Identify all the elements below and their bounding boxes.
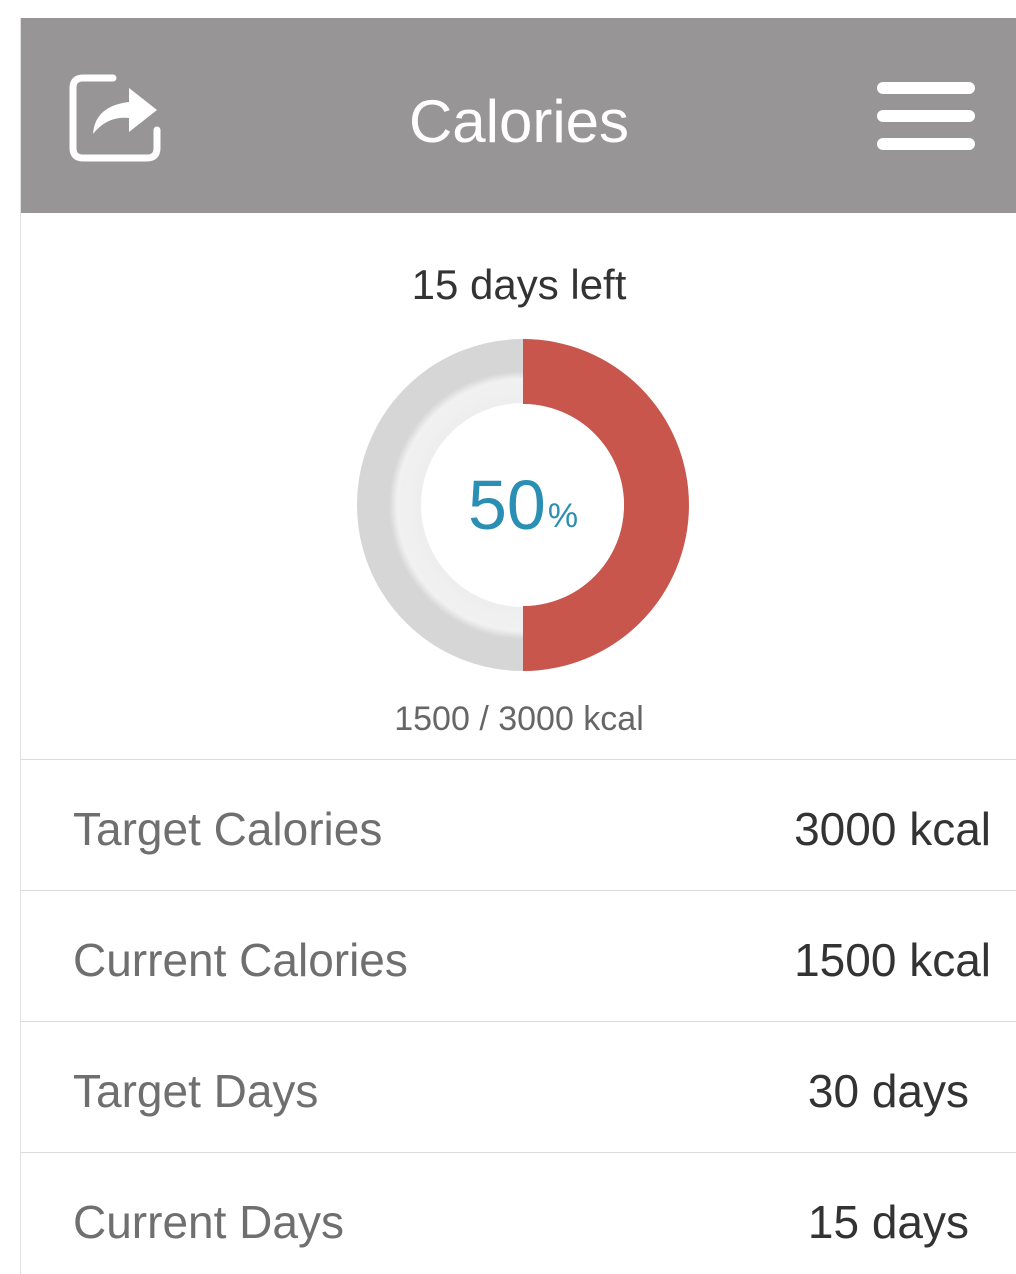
progress-percent-value: 50 xyxy=(467,466,546,544)
days-left-text: 15 days left xyxy=(411,261,627,308)
app-header: Calories xyxy=(21,18,1016,213)
kcal-progress-text: 1500 / 3000 kcal xyxy=(394,700,644,738)
progress-percent-symbol: % xyxy=(547,497,579,535)
stat-label: Current Days xyxy=(73,1196,344,1248)
hamburger-menu-icon xyxy=(877,82,975,150)
stats-list: Target Calories 3000 kcal Current Calori… xyxy=(21,760,1016,1274)
calories-screen: Calories 15 days left 50 % 1500 / 3000 k… xyxy=(20,18,1016,1274)
stat-row-current-days: Current Days 15 days xyxy=(21,1153,1016,1274)
stat-value: 30 days xyxy=(807,1065,969,1117)
progress-summary: 15 days left 50 % 1500 / 3000 kcal xyxy=(21,213,1016,760)
stat-row-current-calories: Current Calories 1500 kcal xyxy=(21,891,1016,1022)
page-title: Calories xyxy=(408,88,630,155)
stat-row-target-calories: Target Calories 3000 kcal xyxy=(21,760,1016,891)
stat-value: 15 days xyxy=(807,1196,969,1248)
progress-percent: 50 % xyxy=(353,335,693,675)
menu-button[interactable] xyxy=(873,76,979,156)
stat-value: 3000 kcal xyxy=(794,803,991,855)
stat-label: Target Calories xyxy=(73,803,383,855)
stat-row-target-days: Target Days 30 days xyxy=(21,1022,1016,1153)
stat-label: Target Days xyxy=(73,1065,319,1117)
stat-label: Current Calories xyxy=(73,934,408,986)
progress-ring: 50 % xyxy=(353,335,693,675)
stat-value: 1500 kcal xyxy=(794,934,991,986)
